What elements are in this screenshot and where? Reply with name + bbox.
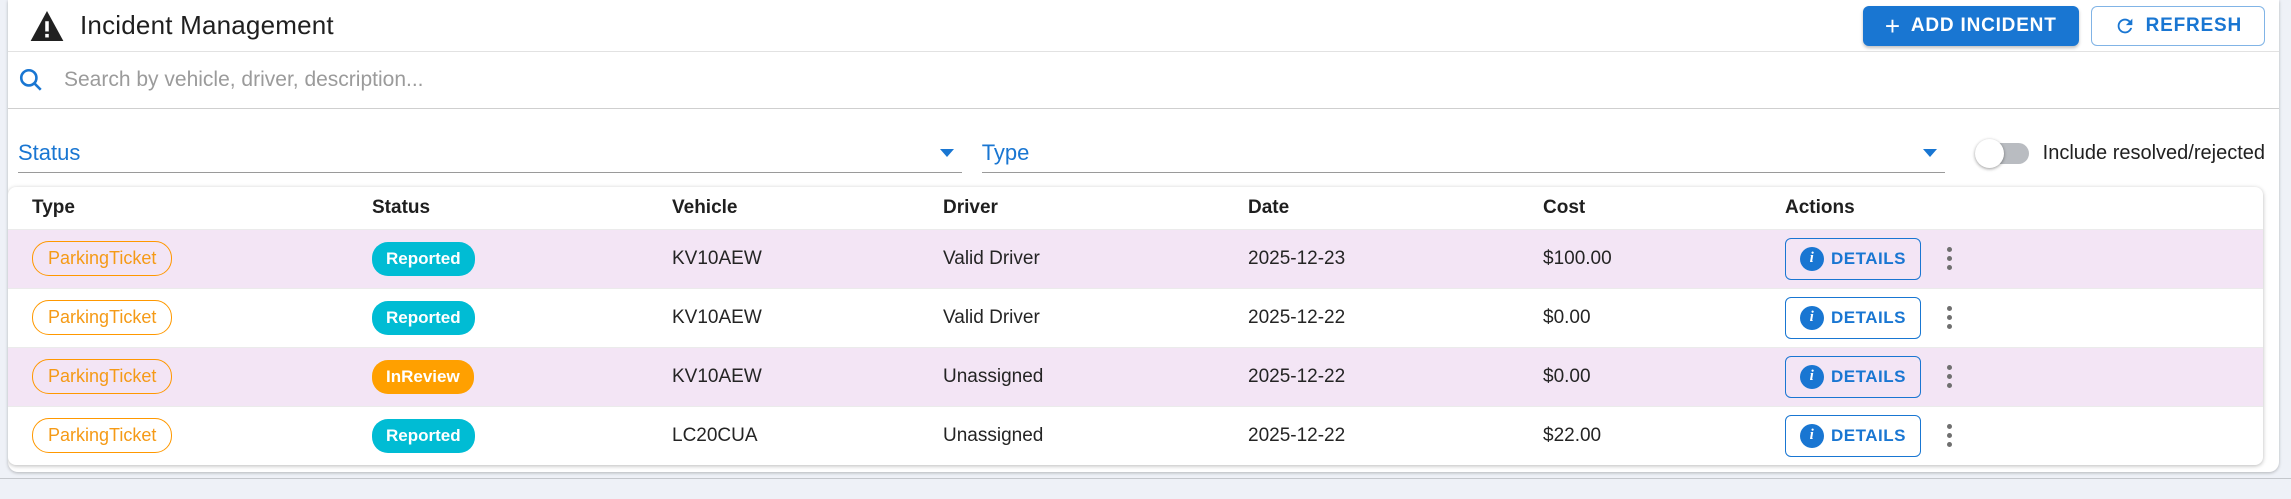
cost-cell: $100.00: [1543, 247, 1612, 269]
toggle-knob: [1974, 138, 2004, 168]
incident-type-chip: ParkingTicket: [32, 418, 173, 454]
vehicle-cell: KV10AEW: [672, 306, 762, 328]
column-header-actions: Actions: [1785, 196, 1855, 218]
include-resolved-label: Include resolved/rejected: [2042, 141, 2265, 164]
column-header-type: Type: [32, 196, 75, 218]
status-cell: InReview: [372, 347, 672, 406]
details-label: DETAILS: [1831, 366, 1906, 386]
info-icon: i: [1800, 364, 1824, 389]
column-header-vehicle: Vehicle: [672, 196, 738, 218]
row-menu-kebab-icon[interactable]: [1943, 302, 1956, 333]
add-incident-button[interactable]: + ADD INCIDENT: [1862, 5, 2079, 46]
incident-type-chip: ParkingTicket: [32, 359, 173, 394]
incident-table-body: ParkingTicket Reported KV10AEW Valid Dri…: [8, 229, 2263, 465]
refresh-icon: [2117, 18, 2132, 33]
table-row: ParkingTicket Reported KV10AEW Valid Dri…: [8, 229, 2263, 288]
driver-cell: Valid Driver: [943, 306, 1040, 328]
column-header-status: Status: [372, 196, 431, 218]
date-cell: 2025-12-22: [1248, 424, 1346, 446]
type-filter-select[interactable]: Type: [981, 133, 1945, 173]
filter-row: Status Type Include resolved/rejected: [8, 109, 2279, 173]
chevron-down-icon: [1922, 149, 1937, 157]
incident-table-card: Type Status Vehicle Driver Date Cost Act…: [8, 187, 2263, 465]
incident-type-chip: ParkingTicket: [32, 300, 173, 335]
vehicle-cell: LC20CUA: [672, 424, 758, 446]
details-label: DETAILS: [1831, 307, 1906, 327]
search-input[interactable]: [64, 68, 2269, 92]
plus-icon: +: [1884, 10, 1901, 41]
status-cell: Reported: [372, 229, 672, 288]
title-bar: Incident Management + ADD INCIDENT REFRE…: [8, 0, 2279, 52]
details-button[interactable]: i DETAILS: [1785, 296, 1921, 339]
incident-management-panel: Incident Management + ADD INCIDENT REFRE…: [8, 0, 2279, 472]
cost-cell: $22.00: [1543, 424, 1602, 446]
date-cell: 2025-12-22: [1248, 306, 1346, 328]
table-row: ParkingTicket Reported KV10AEW Valid Dri…: [8, 288, 2263, 347]
cost-cell: $0.00: [1543, 306, 1591, 328]
column-header-date: Date: [1248, 196, 1290, 218]
status-badge: Reported: [372, 300, 475, 335]
status-filter-label: Status: [18, 139, 81, 165]
status-cell: Reported: [372, 406, 672, 465]
incident-type-chip: ParkingTicket: [32, 241, 173, 276]
type-cell: ParkingTicket: [8, 406, 372, 465]
table-row: ParkingTicket Reported LC20CUA Unassigne…: [8, 406, 2263, 465]
actions-cell: i DETAILS: [1785, 288, 2263, 347]
chevron-down-icon: [939, 149, 954, 157]
row-menu-kebab-icon[interactable]: [1943, 361, 1956, 392]
driver-cell: Valid Driver: [943, 247, 1040, 269]
refresh-button[interactable]: REFRESH: [2090, 5, 2265, 46]
actions-cell: i DETAILS: [1785, 406, 2263, 465]
status-badge: Reported: [372, 241, 475, 276]
status-filter-select[interactable]: Status: [18, 133, 962, 173]
details-label: DETAILS: [1831, 425, 1906, 445]
details-button[interactable]: i DETAILS: [1785, 237, 1921, 280]
date-cell: 2025-12-23: [1248, 247, 1346, 269]
table-row: ParkingTicket InReview KV10AEW Unassigne…: [8, 347, 2263, 406]
bottom-divider: [0, 478, 2291, 479]
actions-cell: i DETAILS: [1785, 347, 2263, 406]
vehicle-cell: KV10AEW: [672, 247, 762, 269]
details-button[interactable]: i DETAILS: [1785, 414, 1921, 457]
include-resolved-toggle[interactable]: [1974, 138, 2029, 168]
info-icon: i: [1800, 423, 1824, 448]
info-icon: i: [1800, 305, 1824, 330]
include-resolved-toggle-group: Include resolved/rejected: [1974, 133, 2265, 173]
row-menu-kebab-icon[interactable]: [1943, 243, 1956, 274]
vehicle-cell: KV10AEW: [672, 365, 762, 387]
status-badge: InReview: [372, 359, 474, 394]
actions-cell: i DETAILS: [1785, 229, 2263, 288]
type-cell: ParkingTicket: [8, 347, 372, 406]
driver-cell: Unassigned: [943, 365, 1044, 387]
type-cell: ParkingTicket: [8, 229, 372, 288]
warning-icon: [30, 10, 64, 41]
type-filter-label: Type: [981, 139, 1030, 165]
column-header-cost: Cost: [1543, 196, 1586, 218]
add-incident-label: ADD INCIDENT: [1910, 14, 2057, 36]
table-header-row: Type Status Vehicle Driver Date Cost Act…: [8, 187, 2263, 229]
date-cell: 2025-12-22: [1248, 365, 1346, 387]
page-title: Incident Management: [80, 10, 334, 40]
column-header-driver: Driver: [943, 196, 998, 218]
row-menu-kebab-icon[interactable]: [1943, 420, 1956, 451]
search-icon: [19, 68, 42, 91]
status-cell: Reported: [372, 288, 672, 347]
incident-table: Type Status Vehicle Driver Date Cost Act…: [8, 187, 2263, 465]
cost-cell: $0.00: [1543, 365, 1591, 387]
details-label: DETAILS: [1831, 248, 1906, 268]
driver-cell: Unassigned: [943, 424, 1044, 446]
info-icon: i: [1800, 246, 1824, 271]
details-button[interactable]: i DETAILS: [1785, 355, 1921, 398]
search-bar: [8, 52, 2279, 109]
type-cell: ParkingTicket: [8, 288, 372, 347]
status-badge: Reported: [372, 418, 475, 453]
refresh-label: REFRESH: [2145, 14, 2242, 36]
